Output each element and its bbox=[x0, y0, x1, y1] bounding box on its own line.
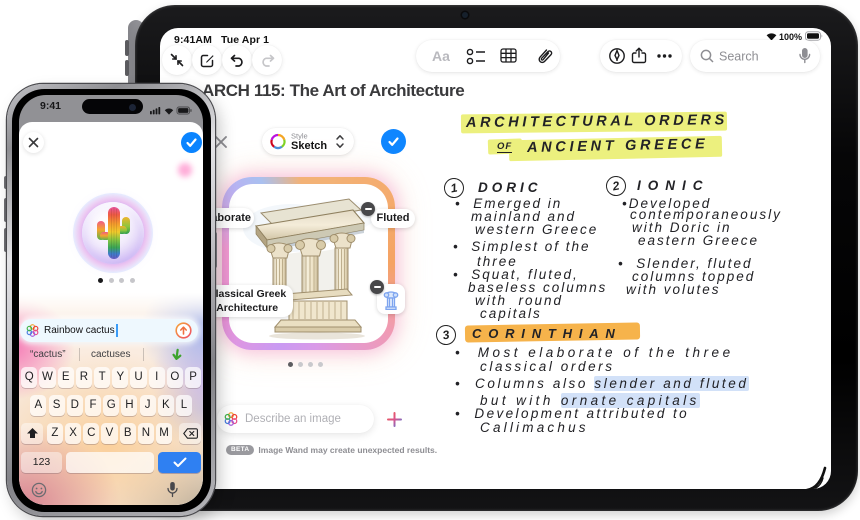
svg-text:Aa: Aa bbox=[432, 48, 450, 64]
svg-text:Search: Search bbox=[719, 50, 759, 64]
svg-text:Sketch: Sketch bbox=[291, 140, 327, 152]
